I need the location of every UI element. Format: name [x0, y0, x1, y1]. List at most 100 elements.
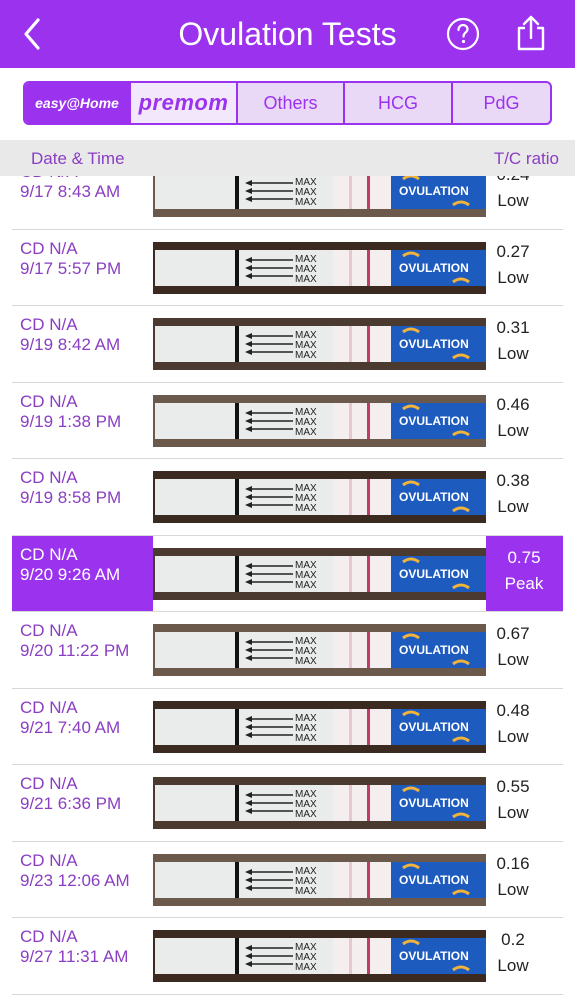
svg-text:MAX: MAX	[295, 197, 317, 208]
test-row[interactable]: CD N/A 9/20 9:26 AM MAX MAX MAX OVULATION 0.75…	[0, 535, 575, 612]
ratio-column-header: T/C ratio	[493, 149, 559, 168]
date-time-column-header: Date & Time	[31, 149, 125, 168]
tab-pdg[interactable]: PdG	[453, 83, 550, 123]
test-list[interactable]: CD N/A9/17 8:43 AMMAXMAXMAXOVULATION0.24…	[0, 176, 575, 1000]
test-time: 9/19 8:58 PM	[20, 488, 122, 507]
test-row[interactable]: CD N/A 9/19 1:38 PM MAX MAX MAX OVULATION 0.46…	[0, 383, 575, 459]
lh-level: Low	[497, 879, 529, 899]
svg-text:MAX: MAX	[295, 350, 317, 361]
ratio-value: 0.75 Peak	[494, 545, 554, 597]
tab-others[interactable]: Others	[238, 83, 345, 123]
cycle-day: CD N/A	[20, 927, 78, 946]
test-row[interactable]: CD N/A 9/21 6:36 PM MAX MAX MAX OVULATION 0.55…	[0, 765, 575, 842]
share-icon[interactable]	[512, 14, 550, 52]
cycle-day: CD N/A	[20, 774, 78, 793]
svg-text:OVULATION: OVULATION	[399, 796, 469, 810]
test-row[interactable]: CD N/A 9/21 7:40 AM MAX MAX MAX OVULATION 0.48…	[0, 689, 575, 765]
lh-level: Peak	[504, 573, 544, 593]
svg-text:MAX: MAX	[295, 274, 317, 285]
lh-level: Low	[497, 420, 529, 440]
test-row[interactable]: CD N/A9/17 8:43 AMMAXMAXMAXOVULATION0.24…	[0, 176, 575, 230]
lh-level: Low	[497, 726, 529, 746]
tab-label: HCG	[378, 92, 418, 113]
test-row[interactable]: CD N/A 9/19 8:58 PM MAX MAX MAX OVULATION 0.38…	[0, 459, 575, 536]
lh-level: Low	[497, 803, 529, 822]
tc-ratio: 0.55	[496, 777, 530, 796]
svg-text:OVULATION: OVULATION	[399, 414, 469, 428]
row-date: CD N/A 9/23 12:06 AM	[20, 851, 130, 891]
test-strip-photo[interactable]: MAXMAXMAXOVULATION	[153, 241, 486, 294]
tc-ratio: 0.67	[496, 624, 530, 643]
ratio-value: 0.24 Low	[483, 176, 543, 214]
cycle-day: CD N/A	[20, 544, 78, 564]
ratio-value: 0.31 Low	[483, 315, 543, 367]
test-row[interactable]: CD N/A 9/27 11:31 AM MAX MAX MAX OVULATION 0.2…	[0, 918, 575, 995]
svg-text:OVULATION: OVULATION	[399, 261, 469, 275]
test-strip-photo[interactable]: MAXMAXMAXOVULATION	[153, 176, 486, 217]
tc-ratio: 0.16	[496, 853, 530, 873]
test-strip-photo[interactable]: MAXMAXMAXOVULATION	[153, 777, 486, 829]
cycle-day: CD N/A	[20, 391, 78, 411]
test-strip-photo[interactable]: MAXMAXMAXOVULATION	[153, 624, 486, 676]
column-header: Date & Time T/C ratio	[0, 140, 575, 176]
cycle-day: CD N/A	[20, 621, 78, 640]
cycle-day: CD N/A	[20, 850, 78, 870]
ratio-value: 0.67 Low	[483, 621, 543, 673]
row-date: CD N/A 9/17 5:57 PM	[20, 239, 121, 279]
ratio-value: 0.27 Low	[483, 239, 543, 291]
row-date: CD N/A 9/27 11:31 AM	[20, 927, 128, 967]
test-time: 9/23 12:06 AM	[20, 870, 130, 890]
tc-ratio: 0.38	[496, 471, 530, 490]
tab-easy-at-home[interactable]: easy@Home	[25, 83, 131, 123]
test-row[interactable]: CD N/A 9/20 11:22 PM MAX MAX MAX OVULATION 0.6…	[0, 612, 575, 689]
svg-text:OVULATION: OVULATION	[399, 720, 469, 734]
test-time: 9/17 5:57 PM	[20, 258, 122, 278]
tc-ratio: 0.46	[496, 394, 530, 414]
lh-level: Low	[497, 267, 529, 287]
test-strip-photo[interactable]: MAXMAXMAXOVULATION	[153, 853, 486, 906]
test-time: 9/20 11:22 PM	[20, 641, 130, 660]
svg-text:MAX: MAX	[295, 503, 317, 514]
svg-text:MAX: MAX	[295, 962, 317, 973]
svg-text:MAX: MAX	[295, 580, 317, 591]
test-row[interactable]: CD N/A 9/17 5:57 PM MAX MAX MAX OVULATION 0.27…	[0, 230, 575, 306]
test-time: 9/21 6:36 PM	[20, 794, 122, 813]
tab-hcg[interactable]: HCG	[345, 83, 453, 123]
ratio-value: 0.38 Low	[483, 468, 543, 520]
test-strip-photo[interactable]: MAXMAXMAXOVULATION	[153, 471, 486, 523]
tc-ratio: 0.24	[483, 176, 543, 188]
tc-ratio: 0.48	[496, 700, 530, 720]
question-circle-icon[interactable]	[446, 17, 480, 51]
tc-ratio: 0.27	[496, 241, 530, 261]
ratio-value: 0.16 Low	[483, 851, 543, 903]
lh-level: Low	[497, 191, 529, 210]
lh-level: Low	[497, 344, 529, 363]
test-row[interactable]: CD N/A 9/19 8:42 AM MAX MAX MAX OVULATION 0.31…	[0, 306, 575, 383]
row-divider	[12, 993, 563, 995]
test-strip-photo[interactable]: MAXMAXMAXOVULATION	[153, 394, 486, 447]
test-time: 9/20 9:26 AM	[20, 564, 121, 584]
row-date: CD N/A 9/19 8:58 PM	[20, 468, 121, 508]
tc-ratio: 0.75	[507, 547, 541, 567]
row-date: CD N/A 9/21 7:40 AM	[20, 698, 120, 738]
test-strip-photo[interactable]: MAXMAXMAXOVULATION	[153, 930, 486, 982]
tab-label: premom	[138, 90, 229, 115]
test-row[interactable]: CD N/A 9/23 12:06 AM MAX MAX MAX OVULATION 0.1…	[0, 842, 575, 918]
test-strip-photo[interactable]: MAXMAXMAXOVULATION	[153, 700, 486, 753]
svg-text:OVULATION: OVULATION	[399, 490, 469, 504]
test-strip-photo[interactable]: MAXMAXMAXOVULATION	[153, 318, 486, 370]
tab-premom[interactable]: premom	[131, 83, 238, 123]
chevron-left-icon[interactable]	[18, 14, 48, 54]
test-time: 9/17 8:43 AM	[20, 182, 121, 201]
lh-level: Low	[497, 956, 529, 975]
ratio-value: 0.46 Low	[483, 392, 543, 444]
svg-text:OVULATION: OVULATION	[399, 337, 469, 351]
test-time: 9/19 8:42 AM	[20, 335, 121, 354]
row-date: CD N/A 9/20 9:26 AM	[20, 545, 120, 585]
svg-text:OVULATION: OVULATION	[399, 567, 469, 581]
test-strip-photo[interactable]: MAXMAXMAXOVULATION	[153, 547, 486, 600]
tab-label: Others	[263, 92, 318, 113]
tc-ratio: 0.31	[496, 318, 530, 337]
test-time: 9/27 11:31 AM	[20, 947, 129, 966]
tab-label: PdG	[483, 92, 520, 113]
